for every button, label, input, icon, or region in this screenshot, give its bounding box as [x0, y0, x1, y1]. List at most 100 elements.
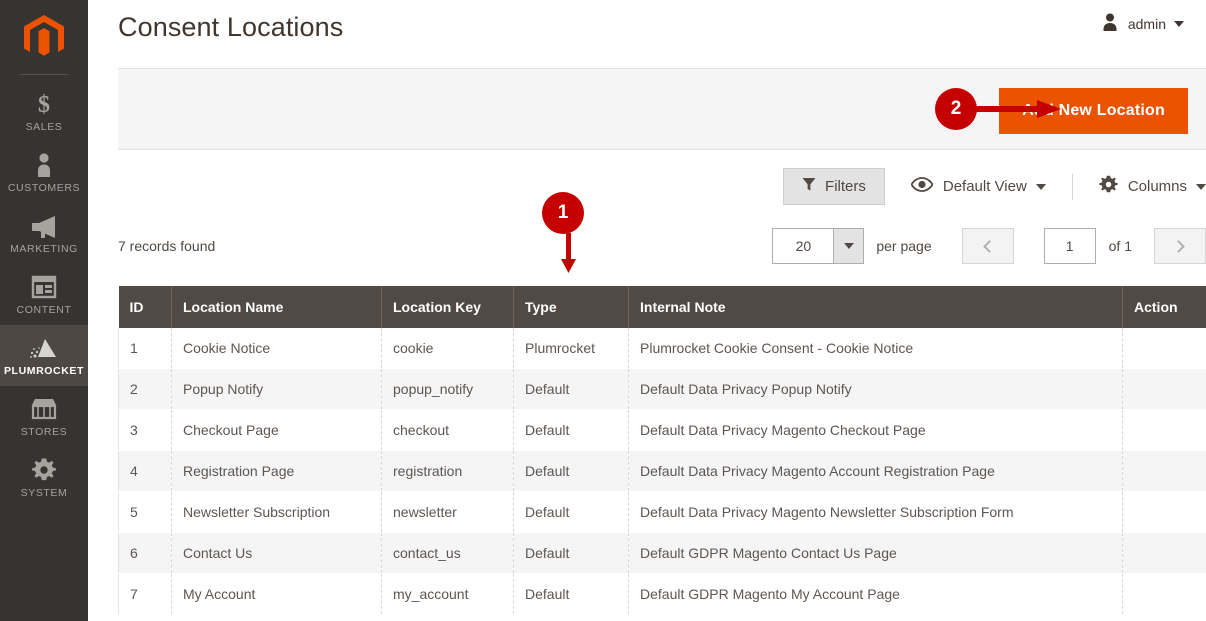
admin-page: $ SALES CUSTOMERS MARKETING CONTENT PLUM… — [0, 0, 1206, 621]
table-body: 1 Cookie Notice cookie Plumrocket Plumrocket… — [118, 328, 1206, 615]
default-view-selector[interactable]: Default View — [910, 177, 1046, 196]
pyramid-icon — [2, 334, 86, 362]
cell-type: Plumrocket — [513, 328, 629, 369]
cell-internal-note: Plumrocket Cookie Consent - Cookie Notic… — [628, 328, 1123, 369]
avatar-icon — [1100, 12, 1120, 35]
sidebar-item-label: MARKETING — [10, 243, 78, 255]
sidebar-item-label: SYSTEM — [20, 487, 68, 499]
cell-location-key: cookie — [381, 328, 514, 369]
grid-meta-row: 7 records found 20 per page of 1 — [118, 228, 1206, 274]
grid-toolbar: Filters Default View Columns — [118, 168, 1206, 220]
sidebar-item-label: STORES — [20, 426, 68, 438]
layout-icon — [2, 273, 86, 301]
table-row[interactable]: 5 Newsletter Subscription newsletter Defaul… — [118, 491, 1206, 533]
table-header-row: ID Location Name Location Key Type Inter… — [118, 286, 1206, 328]
gear-icon — [1099, 175, 1118, 198]
cell-location-name: Popup Notify — [171, 368, 382, 410]
cell-location-key: checkout — [381, 409, 514, 451]
gear-icon — [2, 456, 86, 484]
svg-text:$: $ — [38, 92, 50, 117]
table-row[interactable]: 2 Popup Notify popup_notify Default Default … — [118, 368, 1206, 410]
cell-id: 5 — [118, 491, 172, 533]
add-new-location-button[interactable]: Add New Location — [999, 88, 1188, 134]
cell-type: Default — [513, 450, 629, 492]
sidebar-item-stores[interactable]: STORES — [0, 386, 88, 447]
chevron-left-icon — [982, 239, 996, 253]
cell-id: 4 — [118, 450, 172, 492]
previous-page-button[interactable] — [961, 228, 1014, 264]
storefront-icon — [2, 395, 86, 423]
cell-action — [1122, 368, 1206, 410]
cell-action — [1122, 573, 1206, 615]
sidebar-item-content[interactable]: CONTENT — [0, 264, 88, 325]
sidebar-item-plumrocket[interactable]: PLUMROCKET — [0, 325, 88, 386]
cell-action — [1122, 532, 1206, 574]
page-header: Consent Locations admin — [88, 0, 1206, 58]
magento-logo[interactable] — [0, 0, 88, 74]
sidebar-item-label: CUSTOMERS — [7, 182, 81, 194]
page-title: Consent Locations — [118, 12, 344, 42]
cell-id: 3 — [118, 409, 172, 451]
column-header-action: Action — [1122, 286, 1206, 328]
admin-user-menu[interactable]: admin — [1100, 12, 1184, 35]
cell-location-name: Newsletter Subscription — [171, 491, 382, 533]
sidebar-item-customers[interactable]: CUSTOMERS — [0, 142, 88, 203]
cell-internal-note: Default Data Privacy Magento Account Reg… — [628, 450, 1123, 492]
chevron-down-icon — [1035, 183, 1046, 190]
column-header-id[interactable]: ID — [118, 286, 172, 328]
cell-location-name: Checkout Page — [171, 409, 382, 451]
magento-logo-icon — [24, 15, 64, 56]
cell-type: Default — [513, 573, 629, 615]
funnel-icon — [802, 177, 816, 196]
data-table: ID Location Name Location Key Type Inter… — [118, 286, 1206, 615]
filters-button[interactable]: Filters — [783, 168, 885, 205]
table-row[interactable]: 7 My Account my_account Default Default GDPR… — [118, 573, 1206, 615]
columns-selector[interactable]: Columns — [1099, 175, 1206, 198]
person-icon — [2, 151, 86, 179]
table-row[interactable]: 1 Cookie Notice cookie Plumrocket Plumrocket… — [118, 328, 1206, 369]
sidebar-divider — [20, 74, 68, 75]
cell-location-key: contact_us — [381, 532, 514, 574]
eye-icon — [910, 177, 934, 196]
sidebar-item-marketing[interactable]: MARKETING — [0, 203, 88, 264]
sidebar-item-label: PLUMROCKET — [3, 365, 85, 377]
cell-internal-note: Default Data Privacy Popup Notify — [628, 368, 1123, 410]
column-header-key[interactable]: Location Key — [381, 286, 514, 328]
sidebar-item-system[interactable]: SYSTEM — [0, 447, 88, 508]
table-head: ID Location Name Location Key Type Inter… — [118, 286, 1206, 328]
per-page-label: per page — [876, 238, 932, 254]
column-header-type[interactable]: Type — [513, 286, 629, 328]
columns-label: Columns — [1127, 178, 1187, 195]
cell-id: 6 — [118, 532, 172, 574]
column-header-name[interactable]: Location Name — [171, 286, 382, 328]
default-view-label: Default View — [942, 178, 1027, 195]
cell-type: Default — [513, 532, 629, 574]
cell-internal-note: Default Data Privacy Magento Checkout Pa… — [628, 409, 1123, 451]
cell-id: 7 — [118, 573, 172, 615]
megaphone-icon — [2, 212, 86, 240]
cell-internal-note: Default GDPR Magento Contact Us Page — [628, 532, 1123, 574]
sidebar-item-label: SALES — [25, 121, 63, 133]
admin-user-label: admin — [1127, 15, 1166, 32]
main-content: Consent Locations admin Add New Location — [88, 0, 1206, 621]
filters-label: Filters — [825, 178, 866, 195]
per-page-select[interactable]: 20 — [772, 228, 865, 264]
consent-locations-grid: ID Location Name Location Key Type Inter… — [118, 286, 1206, 615]
cell-action — [1122, 450, 1206, 492]
table-row[interactable]: 6 Contact Us contact_us Default Default GDPR… — [118, 532, 1206, 574]
next-page-button[interactable] — [1154, 228, 1206, 264]
cell-id: 1 — [118, 328, 172, 369]
column-header-note[interactable]: Internal Note — [628, 286, 1123, 328]
cell-location-key: registration — [381, 450, 514, 492]
sidebar-item-sales[interactable]: $ SALES — [0, 81, 88, 142]
cell-location-key: popup_notify — [381, 368, 514, 410]
cell-action — [1122, 409, 1206, 451]
dollar-icon: $ — [2, 90, 86, 118]
per-page-value: 20 — [795, 238, 812, 254]
cell-location-key: my_account — [381, 573, 514, 615]
cell-type: Default — [513, 491, 629, 533]
grid-toolbar-controls: Filters Default View Columns — [783, 168, 1206, 205]
table-row[interactable]: 3 Checkout Page checkout Default Default Dat… — [118, 409, 1206, 451]
table-row[interactable]: 4 Registration Page registration Default Def… — [118, 450, 1206, 492]
page-number-input[interactable] — [1043, 228, 1096, 264]
